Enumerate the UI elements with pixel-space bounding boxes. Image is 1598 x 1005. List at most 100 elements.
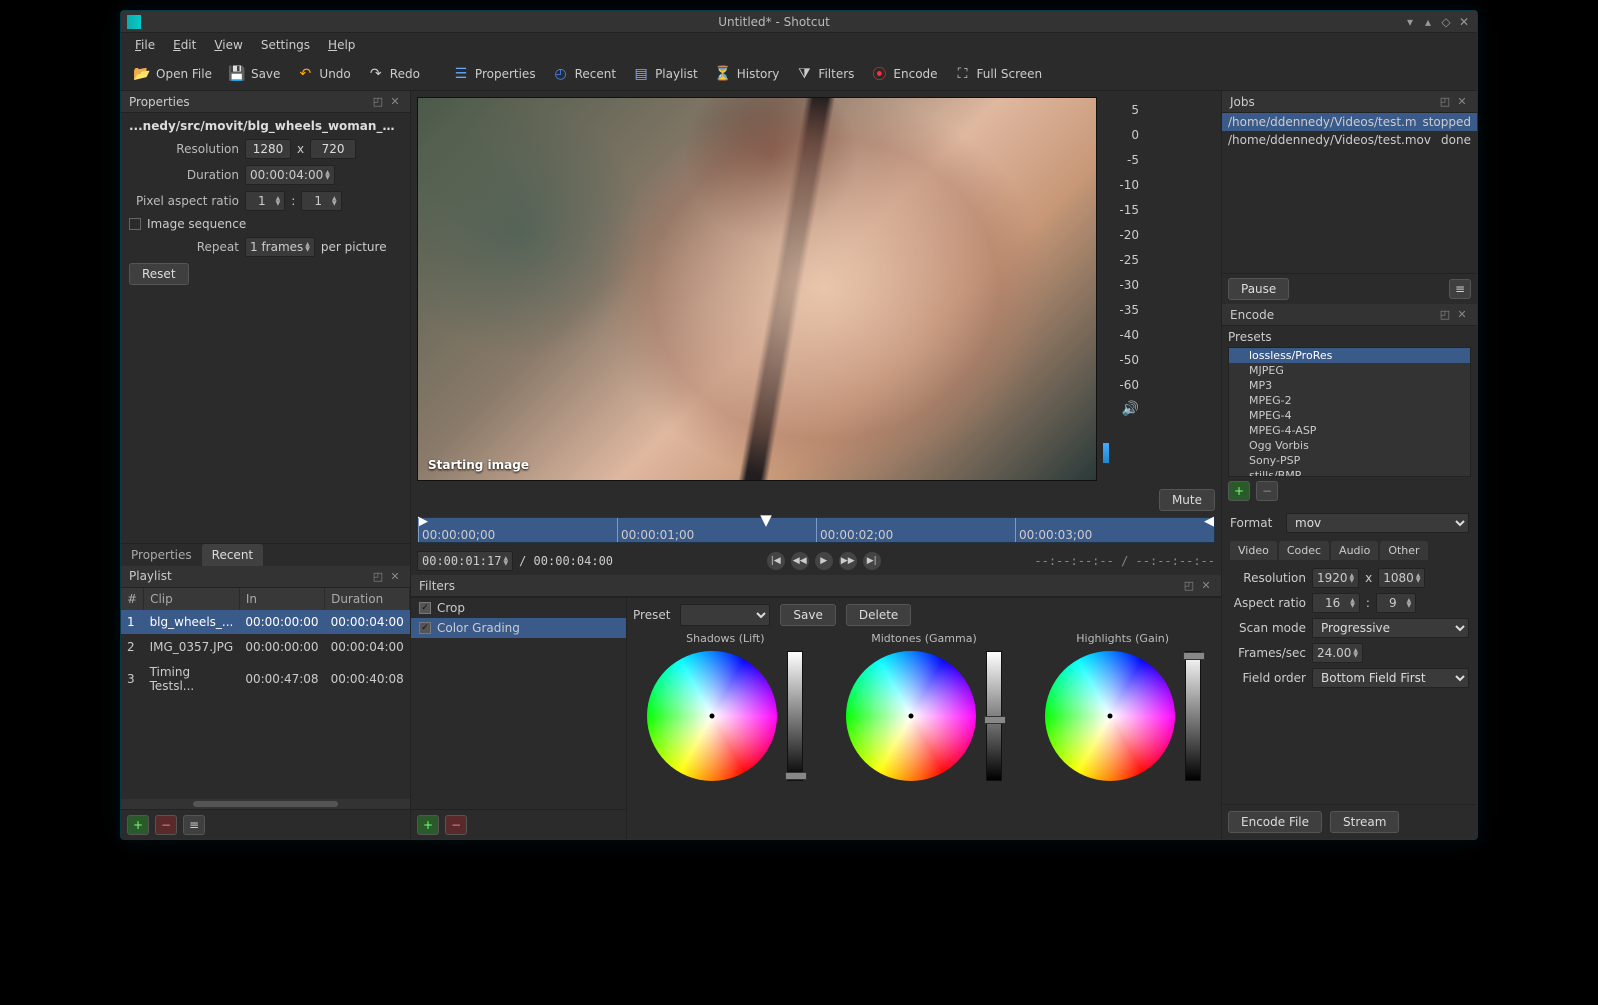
- scan-select[interactable]: Progressive: [1312, 618, 1469, 638]
- mute-button[interactable]: Mute: [1159, 489, 1215, 511]
- undo-button[interactable]: ↶Undo: [290, 61, 356, 87]
- close-icon[interactable]: ✕: [1455, 308, 1469, 322]
- col-clip[interactable]: Clip: [144, 588, 240, 610]
- preset-item[interactable]: MPEG-4-ASP: [1229, 423, 1470, 438]
- job-row[interactable]: /home/ddennedy/Videos/test.movdone: [1222, 131, 1477, 149]
- close-icon[interactable]: ✕: [1457, 15, 1471, 29]
- col-in[interactable]: In: [239, 588, 324, 610]
- preset-add-button[interactable]: +: [1228, 481, 1250, 501]
- current-time-field[interactable]: 00:00:01:17▲▼: [417, 551, 513, 571]
- detach-icon[interactable]: ◰: [1182, 579, 1196, 593]
- filters-button[interactable]: ⧩Filters: [789, 61, 860, 87]
- menu-file[interactable]: File: [127, 35, 163, 55]
- preset-item[interactable]: stills/BMP: [1229, 468, 1470, 477]
- duration-field[interactable]: 00:00:04:00▲▼: [245, 165, 335, 185]
- preset-item[interactable]: Ogg Vorbis: [1229, 438, 1470, 453]
- restore-icon[interactable]: ◇: [1439, 15, 1453, 29]
- stream-button[interactable]: Stream: [1330, 811, 1399, 833]
- filter-item[interactable]: ✓Color Grading: [411, 618, 626, 638]
- detach-icon[interactable]: ◰: [1438, 308, 1452, 322]
- jobs-menu-button[interactable]: ≡: [1449, 279, 1471, 299]
- timeline[interactable]: ▶ ▼ ◀ 00:00:00;0000:00:01;0000:00:02;000…: [411, 513, 1221, 547]
- preset-item[interactable]: Sony-PSP: [1229, 453, 1470, 468]
- scrollbar[interactable]: [193, 801, 338, 807]
- tab-properties[interactable]: Properties: [121, 544, 202, 566]
- enc-width-field[interactable]: 1920▲▼: [1312, 568, 1359, 588]
- detach-icon[interactable]: ◰: [371, 569, 385, 583]
- play-button[interactable]: ▶: [815, 552, 833, 570]
- enc-tab[interactable]: Codec: [1279, 541, 1329, 560]
- enc-tab[interactable]: Video: [1230, 541, 1277, 560]
- enc-ar-den-field[interactable]: 9▲▼: [1376, 593, 1416, 613]
- menu-help[interactable]: Help: [320, 35, 363, 55]
- enc-ar-num-field[interactable]: 16▲▼: [1312, 593, 1360, 613]
- open-file-button[interactable]: 📂Open File: [127, 61, 218, 87]
- fullscreen-button[interactable]: ⛶Full Screen: [948, 61, 1049, 87]
- res-height-field[interactable]: 720: [310, 139, 356, 159]
- video-preview[interactable]: Starting image: [417, 97, 1097, 481]
- shadows-luma-slider[interactable]: [787, 651, 803, 781]
- close-icon[interactable]: ✕: [1199, 579, 1213, 593]
- close-icon[interactable]: ✕: [388, 95, 402, 109]
- midtones-color-wheel[interactable]: [846, 651, 976, 781]
- detach-icon[interactable]: ◰: [371, 95, 385, 109]
- properties-button[interactable]: ☰Properties: [446, 61, 542, 87]
- menu-edit[interactable]: Edit: [165, 35, 204, 55]
- table-row[interactable]: 1blg_wheels_...00:00:00:0000:00:04:00: [121, 610, 410, 635]
- skip-end-button[interactable]: ▶|: [863, 552, 881, 570]
- highlights-color-wheel[interactable]: [1045, 651, 1175, 781]
- preset-item[interactable]: lossless/ProRes: [1229, 348, 1470, 363]
- tab-recent[interactable]: Recent: [202, 544, 263, 566]
- redo-button[interactable]: ↷Redo: [361, 61, 426, 87]
- forward-button[interactable]: ▶▶: [839, 552, 857, 570]
- enc-tab[interactable]: Audio: [1331, 541, 1378, 560]
- filter-remove-button[interactable]: −: [445, 815, 467, 835]
- encode-file-button[interactable]: Encode File: [1228, 811, 1322, 833]
- res-width-field[interactable]: 1280: [245, 139, 291, 159]
- preset-save-button[interactable]: Save: [780, 604, 835, 626]
- par-den-field[interactable]: 1▲▼: [301, 191, 341, 211]
- save-button[interactable]: 💾Save: [222, 61, 286, 87]
- preset-item[interactable]: MP3: [1229, 378, 1470, 393]
- preset-select[interactable]: [680, 604, 770, 626]
- preset-item[interactable]: MPEG-4: [1229, 408, 1470, 423]
- field-select[interactable]: Bottom Field First: [1312, 668, 1469, 688]
- close-icon[interactable]: ✕: [388, 569, 402, 583]
- shadows-color-wheel[interactable]: [647, 651, 777, 781]
- rewind-button[interactable]: ◀◀: [791, 552, 809, 570]
- minimize-icon[interactable]: ▾: [1403, 15, 1417, 29]
- detach-icon[interactable]: ◰: [1438, 95, 1452, 109]
- preset-item[interactable]: MPEG-2: [1229, 393, 1470, 408]
- highlights-luma-slider[interactable]: [1185, 651, 1201, 781]
- table-row[interactable]: 2IMG_0357.JPG00:00:00:0000:00:04:00: [121, 634, 410, 659]
- maximize-icon[interactable]: ▴: [1421, 15, 1435, 29]
- playlist-button[interactable]: ▤Playlist: [626, 61, 704, 87]
- par-num-field[interactable]: 1▲▼: [245, 191, 285, 211]
- col-duration[interactable]: Duration: [325, 588, 410, 610]
- playlist-menu-button[interactable]: ≡: [183, 815, 205, 835]
- menu-view[interactable]: View: [206, 35, 250, 55]
- skip-start-button[interactable]: |◀: [767, 552, 785, 570]
- playlist-remove-button[interactable]: −: [155, 815, 177, 835]
- enc-height-field[interactable]: 1080▲▼: [1378, 568, 1425, 588]
- filter-item[interactable]: ✓Crop: [411, 598, 626, 618]
- format-select[interactable]: mov: [1286, 513, 1469, 533]
- enc-tab[interactable]: Other: [1380, 541, 1427, 560]
- fps-field[interactable]: 24.00▲▼: [1312, 643, 1363, 663]
- jobs-pause-button[interactable]: Pause: [1228, 278, 1289, 300]
- encode-button[interactable]: ⦿Encode: [864, 61, 943, 87]
- col-index[interactable]: #: [121, 588, 144, 610]
- preset-list[interactable]: lossless/ProResMJPEGMP3MPEG-2MPEG-4MPEG-…: [1228, 347, 1471, 477]
- history-button[interactable]: ⏳History: [708, 61, 786, 87]
- reset-button[interactable]: Reset: [129, 263, 189, 285]
- recent-button[interactable]: ◴Recent: [546, 61, 622, 87]
- filter-add-button[interactable]: +: [417, 815, 439, 835]
- speaker-icon[interactable]: 🔊: [1122, 401, 1139, 417]
- job-row[interactable]: /home/ddennedy/Videos/test.movstopped: [1222, 113, 1477, 131]
- preset-delete-button[interactable]: Delete: [846, 604, 911, 626]
- menu-settings[interactable]: Settings: [253, 35, 318, 55]
- image-sequence-checkbox[interactable]: Image sequence: [129, 217, 402, 231]
- preset-remove-button[interactable]: −: [1256, 481, 1278, 501]
- playlist-add-button[interactable]: +: [127, 815, 149, 835]
- table-row[interactable]: 3Timing Testsl...00:00:47:0800:00:40:08: [121, 659, 410, 698]
